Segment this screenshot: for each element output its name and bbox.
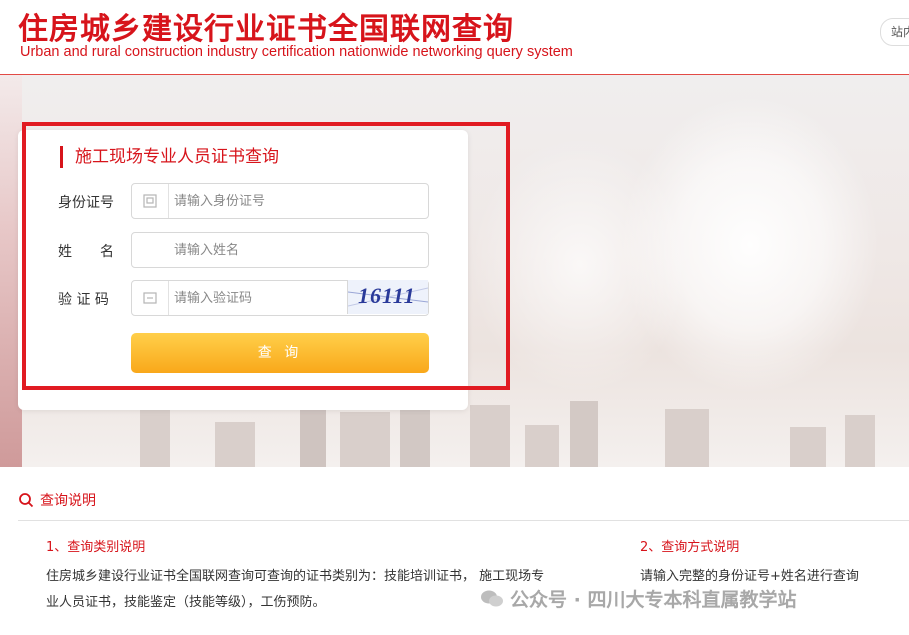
background-building [790,427,826,467]
category-section-title: 1、查询类别说明 [46,540,146,555]
query-button[interactable]: 查 询 [131,333,429,373]
wechat-icon [481,590,503,607]
background-building [845,415,875,467]
background-building [525,425,559,467]
id-number-label: 身份证号 [58,195,114,211]
background-building [140,407,170,467]
background-building [340,412,390,467]
captcha-label: 验 证 码 [58,292,109,308]
site-header: 住房城乡建设行业证书全国联网查询 Urban and rural constru… [0,0,909,75]
site-title-en: Urban and rural construction industry ce… [20,44,573,60]
query-instructions-title: 查询说明 [40,493,96,509]
captcha-text: 16111 [358,283,416,308]
background-building [470,405,510,467]
name-input[interactable] [174,233,374,267]
background-building [570,401,598,467]
background-building [215,422,255,467]
divider [18,520,909,521]
captcha-image[interactable]: 16111 [347,280,428,314]
name-label: 姓 名 [58,244,114,260]
site-search-button[interactable]: 站内 [880,18,909,46]
query-instructions-heading: 查询说明 [18,490,96,510]
captcha-icon [132,281,169,315]
id-number-input[interactable] [174,184,374,218]
watermark-text: 公众号 · 四川大专本科直属教学站 [510,589,797,611]
name-field[interactable] [131,232,429,268]
site-title-cn[interactable]: 住房城乡建设行业证书全国联网查询 [18,4,514,48]
captcha-input[interactable] [174,281,374,315]
id-number-field[interactable] [131,183,429,219]
query-card-title: 施工现场专业人员证书查询 [60,146,279,168]
method-section-title: 2、查询方式说明 [640,540,740,555]
search-icon [19,493,34,508]
background-building [665,409,709,467]
id-card-icon [132,184,169,218]
user-icon [132,233,168,267]
wechat-watermark: 公众号 · 四川大专本科直属教学站 [480,585,796,612]
